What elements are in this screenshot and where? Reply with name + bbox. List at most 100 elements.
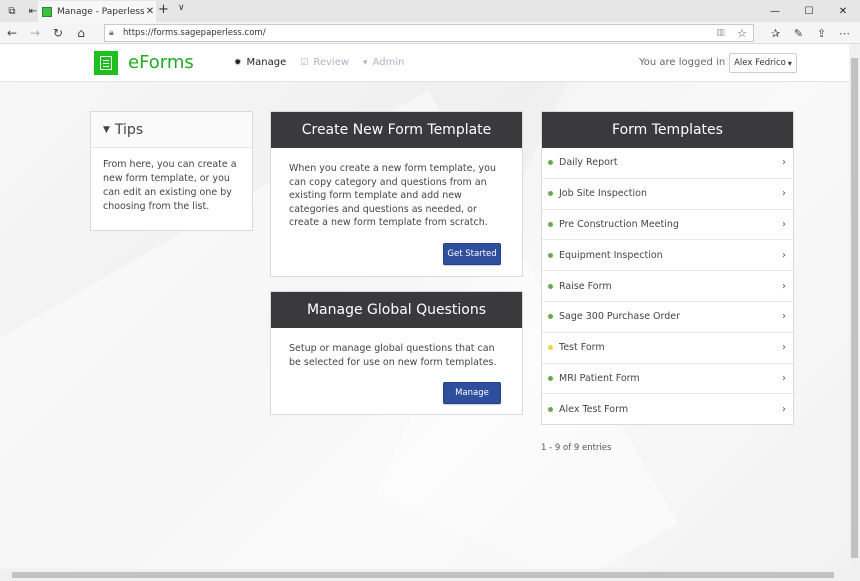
- nav-admin[interactable]: ▾ Admin: [363, 57, 404, 68]
- entries-count: 1 - 9 of 9 entries: [541, 443, 612, 453]
- tips-title: Tips: [114, 121, 144, 138]
- browser-tab[interactable]: Manage - Paperless For ✕: [38, 1, 156, 22]
- chevron-right-icon: ›: [782, 188, 786, 200]
- status-dot-icon: [548, 252, 553, 258]
- tab-close-icon[interactable]: ✕: [144, 6, 156, 17]
- new-tab-icon[interactable]: +: [158, 2, 169, 17]
- favorite-star-icon[interactable]: ☆: [737, 27, 747, 40]
- url-field[interactable]: 🔒︎ https://forms.sagepaperless.com/ ▥ ☆: [104, 24, 754, 42]
- url-text: https://forms.sagepaperless.com/: [123, 28, 266, 38]
- tips-body: From here, you can create a new form tem…: [103, 159, 237, 212]
- nav-review[interactable]: ☑ Review: [300, 57, 349, 68]
- window-controls: — ☐ ✕: [758, 0, 860, 22]
- tips-panel: ▼ Tips From here, you can create a new f…: [90, 111, 253, 231]
- reading-view-icon[interactable]: ▥: [716, 28, 725, 38]
- status-dot-icon: [548, 221, 553, 227]
- create-template-panel: Create New Form Template When you create…: [270, 111, 523, 277]
- more-icon[interactable]: ⋯: [833, 25, 856, 41]
- main-nav: ✹ Manage ☑ Review ▾ Admin: [234, 57, 418, 68]
- form-templates-list: Daily Report › Job Site Inspection › Pre Con…: [542, 148, 793, 425]
- address-bar-row: ← → ↻ ⌂ 🔒︎ https://forms.sagepaperless.c…: [0, 22, 860, 44]
- browser-tools: ✰ ✎ ⇪ ⋯: [764, 25, 856, 41]
- list-item[interactable]: MRI Patient Form ›: [542, 364, 793, 395]
- list-item-label: Equipment Inspection: [559, 249, 663, 261]
- home-icon[interactable]: ⌂: [73, 25, 89, 41]
- horizontal-scroll-thumb[interactable]: [12, 572, 834, 578]
- list-item-label: MRI Patient Form: [559, 372, 640, 384]
- list-item-label: Pre Construction Meeting: [559, 218, 679, 230]
- global-questions-description: Setup or manage global questions that ca…: [289, 343, 497, 368]
- nav-admin-label: Admin: [372, 57, 405, 68]
- vertical-scroll-thumb[interactable]: [851, 58, 858, 558]
- status-dot-icon: [548, 407, 553, 413]
- chevron-right-icon: ›: [782, 404, 786, 416]
- back-icon[interactable]: ←: [4, 25, 20, 41]
- list-item-label: Alex Test Form: [559, 404, 629, 416]
- vertical-scrollbar[interactable]: [849, 44, 860, 569]
- chevron-right-icon: ›: [782, 218, 786, 230]
- chevron-right-icon: ›: [782, 280, 786, 292]
- get-started-button[interactable]: Get Started: [443, 243, 501, 265]
- nav-manage-label: Manage: [246, 57, 287, 68]
- logged-in-text: You are logged in as: [639, 57, 740, 68]
- user-name: Alex Fedrico: [734, 58, 786, 68]
- list-item[interactable]: Equipment Inspection ›: [542, 240, 793, 272]
- forward-icon[interactable]: →: [27, 25, 43, 41]
- status-dot-icon: [548, 345, 553, 351]
- create-template-description: When you create a new form template, you…: [289, 163, 496, 228]
- favorites-list-icon[interactable]: ✰: [764, 25, 787, 41]
- chevron-right-icon: ›: [782, 372, 786, 384]
- horizontal-scrollbar[interactable]: [0, 569, 860, 581]
- share-icon[interactable]: ⇪: [810, 25, 833, 41]
- list-item[interactable]: Pre Construction Meeting ›: [542, 210, 793, 241]
- manage-button[interactable]: Manage: [443, 382, 501, 404]
- list-item[interactable]: Alex Test Form ›: [542, 394, 793, 425]
- main-content: ▼ Tips From here, you can create a new f…: [0, 82, 849, 569]
- status-dot-icon: [548, 191, 553, 197]
- chevron-right-icon: ›: [782, 342, 786, 354]
- tab-manager-icon[interactable]: ⧉: [3, 2, 21, 20]
- maximize-icon[interactable]: ☐: [792, 0, 826, 22]
- eforms-logo-icon[interactable]: [94, 51, 118, 75]
- list-item-label: Sage 300 Purchase Order: [559, 311, 681, 323]
- minimize-icon[interactable]: —: [758, 0, 792, 22]
- app-header: eForms ✹ Manage ☑ Review ▾ Admin You are…: [0, 44, 849, 82]
- gear-icon: ✹: [234, 57, 242, 68]
- status-dot-icon: [548, 375, 553, 381]
- list-item[interactable]: Job Site Inspection ›: [542, 179, 793, 210]
- list-item[interactable]: Raise Form ›: [542, 271, 793, 302]
- list-item[interactable]: Daily Report ›: [542, 148, 793, 179]
- caret-down-icon: ▾: [363, 57, 368, 68]
- list-item-label: Test Form: [559, 342, 605, 354]
- status-dot-icon: [548, 160, 553, 166]
- list-item-label: Daily Report: [559, 157, 618, 169]
- list-item-label: Raise Form: [559, 280, 612, 292]
- tab-title: Manage - Paperless For: [57, 6, 144, 17]
- form-templates-title: Form Templates: [542, 112, 793, 148]
- user-menu-button[interactable]: Alex Fedrico ▾: [729, 53, 797, 73]
- list-item[interactable]: Sage 300 Purchase Order ›: [542, 302, 793, 333]
- list-item[interactable]: Test Form ›: [542, 333, 793, 364]
- chevron-right-icon: ›: [782, 249, 786, 261]
- lock-icon: 🔒︎: [109, 28, 114, 38]
- close-window-icon[interactable]: ✕: [826, 0, 860, 22]
- refresh-icon[interactable]: ↻: [50, 25, 66, 41]
- caret-down-icon: ▼: [103, 124, 110, 135]
- status-dot-icon: [548, 314, 553, 320]
- global-questions-panel: Manage Global Questions Setup or manage …: [270, 291, 523, 415]
- tab-favicon-icon: [42, 6, 52, 17]
- create-template-title: Create New Form Template: [271, 112, 522, 148]
- nav-review-label: Review: [313, 57, 350, 68]
- chevron-right-icon: ›: [782, 157, 786, 169]
- nav-manage[interactable]: ✹ Manage: [234, 57, 286, 68]
- global-questions-title: Manage Global Questions: [271, 292, 522, 328]
- status-dot-icon: [548, 283, 553, 289]
- list-item-label: Job Site Inspection: [559, 188, 647, 200]
- pen-icon[interactable]: ✎: [787, 25, 810, 41]
- tab-list-chevron-icon[interactable]: ∨: [178, 3, 185, 13]
- caret-down-icon: ▾: [787, 58, 792, 68]
- form-templates-panel: Form Templates Daily Report › Job Site Ins…: [541, 111, 794, 425]
- tips-header[interactable]: ▼ Tips: [91, 112, 252, 148]
- logo-text[interactable]: eForms: [128, 52, 194, 73]
- checkbox-icon: ☑: [300, 57, 309, 68]
